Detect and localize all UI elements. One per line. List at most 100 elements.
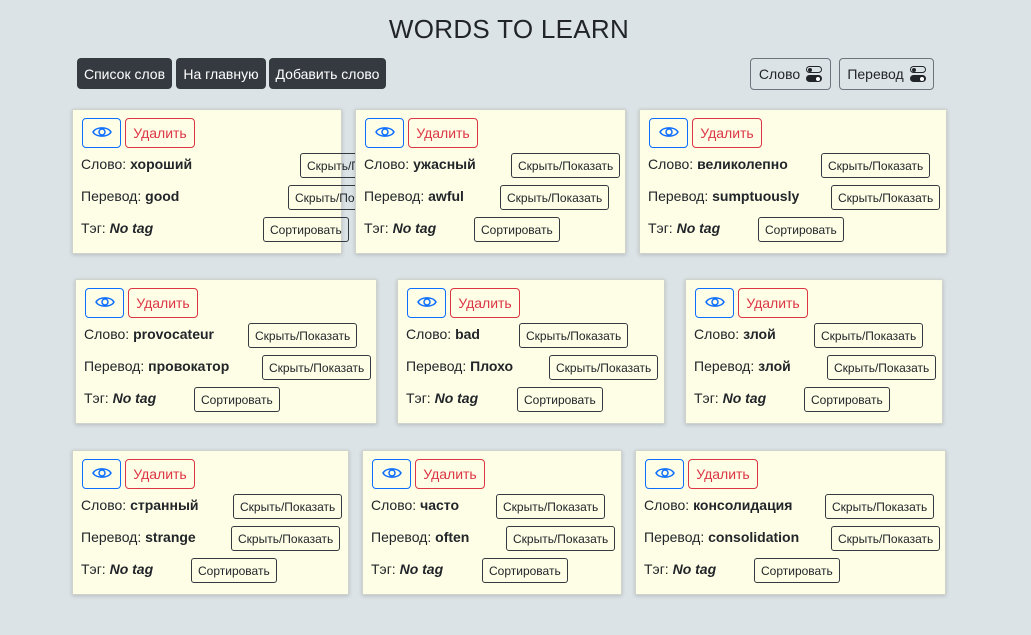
toggle-word-button[interactable]: Слово: [750, 58, 831, 90]
tag-row: Тэг: No tag: [406, 390, 478, 407]
word-value: ужасный: [413, 156, 476, 172]
tag-label: Тэг:: [371, 561, 396, 577]
translation-value: good: [145, 188, 180, 204]
translation-value: sumptuously: [712, 188, 800, 204]
translation-row: Перевод: often: [371, 529, 469, 546]
tag-row: Тэг: No tag: [81, 220, 153, 237]
tag-value: No tag: [109, 561, 154, 577]
tag-value: No tag: [676, 220, 721, 236]
delete-button[interactable]: Удалить: [415, 459, 485, 489]
tag-value: No tag: [434, 390, 479, 406]
translation-label: Перевод:: [371, 529, 432, 545]
eye-icon: [658, 125, 679, 142]
view-button[interactable]: [645, 459, 684, 489]
translation-row: Перевод: Плохо: [406, 358, 513, 375]
view-button[interactable]: [82, 118, 121, 148]
delete-button[interactable]: Удалить: [128, 288, 198, 318]
tag-label: Тэг:: [81, 220, 106, 236]
toggle-word-label: Слово: [758, 66, 801, 82]
delete-button[interactable]: Удалить: [450, 288, 520, 318]
delete-button[interactable]: Удалить: [688, 459, 758, 489]
tag-row: Тэг: No tag: [84, 390, 156, 407]
word-label: Слово:: [81, 156, 127, 172]
word-label: Слово:: [406, 326, 452, 342]
hide-show-word-button[interactable]: Скрыть/Показать: [814, 323, 924, 348]
word-row: Слово: великолепно: [648, 156, 788, 173]
sort-button[interactable]: Сортировать: [263, 217, 349, 242]
word-label: Слово:: [364, 156, 410, 172]
view-button[interactable]: [407, 288, 446, 318]
word-card: УдалитьСлово: хорошийСкрыть/ПоказатьПере…: [72, 109, 410, 254]
translation-value: провокатор: [148, 358, 230, 374]
word-label: Слово:: [84, 326, 130, 342]
view-button[interactable]: [372, 459, 411, 489]
hide-show-translation-button[interactable]: Скрыть/Показать: [549, 355, 659, 380]
translation-row: Перевод: awful: [364, 188, 464, 205]
hide-show-translation-button[interactable]: Скрыть/Показать: [262, 355, 372, 380]
toggle-translation-button[interactable]: Перевод: [839, 58, 934, 90]
translation-value: strange: [145, 529, 196, 545]
eye-icon: [654, 466, 675, 483]
toggle-icon: [806, 66, 823, 82]
word-value: bad: [455, 326, 480, 342]
tag-row: Тэг: No tag: [81, 561, 153, 578]
hide-show-word-button[interactable]: Скрыть/Показать: [519, 323, 629, 348]
hide-show-translation-button[interactable]: Скрыть/Показать: [231, 526, 341, 551]
word-value: часто: [420, 497, 460, 513]
word-row: Слово: часто: [371, 497, 459, 514]
word-row: Слово: хороший: [81, 156, 192, 173]
tag-value: No tag: [672, 561, 717, 577]
view-button[interactable]: [365, 118, 404, 148]
translation-label: Перевод:: [406, 358, 467, 374]
translation-label: Перевод:: [648, 188, 709, 204]
toggle-icon: [909, 66, 926, 82]
hide-show-word-button[interactable]: Скрыть/Показать: [496, 494, 606, 519]
translation-label: Перевод:: [84, 358, 145, 374]
eye-icon: [416, 295, 437, 312]
tag-row: Тэг: No tag: [371, 561, 443, 578]
hide-show-word-button[interactable]: Скрыть/Показать: [233, 494, 343, 519]
delete-button[interactable]: Удалить: [125, 459, 195, 489]
delete-button[interactable]: Удалить: [125, 118, 195, 148]
sort-button[interactable]: Сортировать: [194, 387, 280, 412]
sort-button[interactable]: Сортировать: [758, 217, 844, 242]
translation-label: Перевод:: [644, 529, 705, 545]
word-row: Слово: странный: [81, 497, 199, 514]
hide-show-translation-button[interactable]: Скрыть/Показать: [831, 526, 941, 551]
sort-button[interactable]: Сортировать: [754, 558, 840, 583]
sort-button[interactable]: Сортировать: [482, 558, 568, 583]
word-label: Слово:: [371, 497, 417, 513]
translation-value: often: [435, 529, 470, 545]
tag-row: Тэг: No tag: [648, 220, 720, 237]
add-word-button[interactable]: Добавить слово: [269, 58, 386, 89]
tag-label: Тэг:: [81, 561, 106, 577]
translation-value: злой: [758, 358, 791, 374]
translation-row: Перевод: sumptuously: [648, 188, 799, 205]
view-button[interactable]: [695, 288, 734, 318]
word-value: provocateur: [133, 326, 214, 342]
hide-show-translation-button[interactable]: Скрыть/Показать: [827, 355, 937, 380]
delete-button[interactable]: Удалить: [738, 288, 808, 318]
word-card: Удалить Слово: злой Скрыть/Показать Перевод…: [685, 279, 943, 424]
delete-button[interactable]: Удалить: [692, 118, 762, 148]
delete-button[interactable]: Удалить: [408, 118, 478, 148]
view-button[interactable]: [85, 288, 124, 318]
hide-show-word-button[interactable]: Скрыть/Показать: [511, 153, 621, 178]
sort-button[interactable]: Сортировать: [517, 387, 603, 412]
word-list-button[interactable]: Список слов: [77, 58, 172, 89]
hide-show-word-button[interactable]: Скрыть/Показать: [821, 153, 931, 178]
word-value: странный: [130, 497, 199, 513]
eye-icon: [374, 125, 395, 142]
view-button[interactable]: [82, 459, 121, 489]
hide-show-word-button[interactable]: Скрыть/Показать: [248, 323, 358, 348]
home-button[interactable]: На главную: [176, 58, 266, 89]
word-row: Слово: злой: [694, 326, 776, 343]
view-button[interactable]: [649, 118, 688, 148]
sort-button[interactable]: Сортировать: [804, 387, 890, 412]
sort-button[interactable]: Сортировать: [191, 558, 277, 583]
hide-show-word-button[interactable]: Скрыть/Показать: [825, 494, 935, 519]
sort-button[interactable]: Сортировать: [474, 217, 560, 242]
hide-show-translation-button[interactable]: Скрыть/Показать: [506, 526, 616, 551]
hide-show-translation-button[interactable]: Скрыть/Показать: [500, 185, 610, 210]
hide-show-translation-button[interactable]: Скрыть/Показать: [831, 185, 941, 210]
